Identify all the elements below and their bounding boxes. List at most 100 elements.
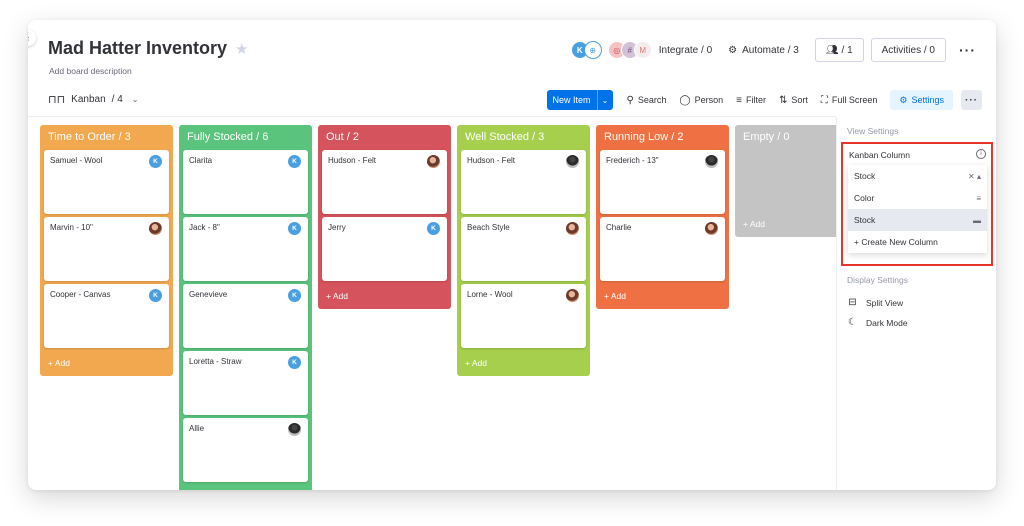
avatar[interactable]: K [427,222,440,235]
board-title[interactable]: Mad Hatter Inventory [48,38,227,59]
column-title[interactable]: Time to Order / 3 [44,125,169,150]
settings-button[interactable]: ⚙ Settings [890,90,953,110]
kanban-card[interactable]: Hudson - Felt [461,150,586,214]
split-view-icon: ⊟ [848,297,857,308]
sort-icon: ⇅ [778,94,788,106]
avatar[interactable]: K [288,289,301,302]
members-button[interactable]: 👥︎ / 1 [814,38,864,62]
view-switcher[interactable]: ⊓⊓ Kanban / 4 ⌄ [48,93,138,106]
add-item-button[interactable]: + Add [739,212,835,237]
split-view-toggle[interactable]: ⊟ Split View [847,297,903,308]
board-members[interactable]: K ⊕ [571,41,602,59]
avatar[interactable] [288,423,301,436]
avatar[interactable] [566,222,579,235]
sort-label: Sort [791,95,808,105]
card-name: Genevieve [189,290,228,299]
new-item-button[interactable]: New Item ⌄ [546,90,613,110]
filter-button[interactable]: ≡ Filter [736,95,766,106]
view-count: / 4 [111,94,123,105]
avatar[interactable]: K [149,289,162,302]
column-title[interactable]: Out / 2 [322,125,447,150]
display-settings-heading: Display Settings [847,275,908,285]
integrate-label: Integrate / 0 [658,44,713,56]
card-name: Lorne - Wool [467,290,513,299]
create-new-label: + Create New Column [854,237,938,247]
dark-mode-label: Dark Mode [866,317,908,328]
avatar[interactable]: K [288,222,301,235]
add-item-button[interactable]: + Add [183,485,308,490]
avatar[interactable] [427,155,440,168]
more-options-button[interactable]: ··· [961,90,982,110]
avatar[interactable] [705,155,718,168]
kanban-card[interactable]: Allie [183,418,308,482]
activities-button[interactable]: Activities / 0 [870,38,946,62]
info-icon[interactable]: i [976,149,986,159]
kanban-card[interactable]: Samuel - Wool K [44,150,169,214]
dark-mode-toggle[interactable]: ☾ Dark Mode [847,317,908,328]
sidebar-collapse-button[interactable]: ‹ [28,30,36,46]
add-item-button[interactable]: + Add [322,284,447,309]
automate-button[interactable]: ⚙ Automate / 3 [728,45,799,56]
integrate-button[interactable]: Integrate / 0 [659,45,712,56]
card-name: Jerry [328,223,346,232]
kanban-card[interactable]: Loretta - Straw K [183,351,308,415]
column-title[interactable]: Well Stocked / 3 [461,125,586,150]
favorite-star-icon[interactable]: ★ [235,40,248,58]
kanban-icon: ⊓⊓ [48,94,66,106]
kanban-column-setting: Kanban Column i Stock ✕ ▴ Color ≡ Stock … [841,142,993,266]
dropdown-option-stock[interactable]: Stock ▬ [848,209,987,231]
avatar[interactable] [566,289,579,302]
chevron-down-icon: ⌄ [131,95,139,104]
search-button[interactable]: ⚲ Search [627,95,667,106]
kanban-card[interactable]: Lorne - Wool [461,284,586,348]
kanban-card[interactable]: Jerry K [322,217,447,281]
add-item-button[interactable]: + Add [461,351,586,376]
person-filter-button[interactable]: ◯ Person [679,95,723,106]
add-item-button[interactable]: + Add [600,284,725,309]
dropdown-selected-value[interactable]: Stock ✕ ▴ [848,165,987,187]
board-window: ‹ Mad Hatter Inventory ★ Add board descr… [28,20,996,490]
avatar[interactable]: K [149,155,162,168]
kanban-card[interactable]: Marvin - 10" [44,217,169,281]
column-title[interactable]: Running Low / 2 [600,125,725,150]
more-options-icon[interactable]: ··· [959,42,976,58]
create-new-column-option[interactable]: + Create New Column [848,231,987,253]
avatar[interactable] [705,222,718,235]
board-description[interactable]: Add board description [49,66,132,76]
kanban-column-dropdown[interactable]: Stock ✕ ▴ Color ≡ Stock ▬ + Create New C… [848,165,987,253]
kanban-column: Fully Stocked / 6 Clarita K Jack - 8" K Genev… [179,125,312,490]
card-name: Jack - 8" [189,223,220,232]
moon-icon: ☾ [848,317,857,328]
avatar[interactable]: K [288,155,301,168]
avatar[interactable]: K [288,356,301,369]
kanban-card[interactable]: Frederich - 13" [600,150,725,214]
kanban-card[interactable]: Cooper - Canvas K [44,284,169,348]
kanban-card[interactable]: Hudson - Felt [322,150,447,214]
kanban-column: Out / 2 Hudson - Felt Jerry K + Add [318,125,451,309]
dropdown-option-color[interactable]: Color ≡ [848,187,987,209]
column-title[interactable]: Fully Stocked / 6 [183,125,308,150]
card-name: Clarita [189,156,213,165]
kanban-card[interactable]: Beach Style [461,217,586,281]
card-name: Allie [189,424,205,433]
full-screen-label: Full Screen [831,95,878,105]
header-divider [28,116,836,117]
kanban-card[interactable]: Genevieve K [183,284,308,348]
avatar[interactable] [149,222,162,235]
split-view-label: Split View [866,297,904,308]
full-screen-button[interactable]: ⛶ Full Screen [821,95,878,106]
clear-and-collapse-icons[interactable]: ✕ ▴ [968,172,981,181]
kanban-card[interactable]: Clarita K [183,150,308,214]
integration-icons[interactable]: ◎ # M [608,42,651,58]
avatar[interactable] [566,155,579,168]
kanban-card[interactable]: Jack - 8" K [183,217,308,281]
column-title[interactable]: Empty / 0 [739,125,835,150]
column-type-icon: ▬ [973,215,981,225]
kanban-card[interactable]: Charlie [600,217,725,281]
filter-icon: ≡ [736,94,742,106]
board-toolbar: New Item ⌄ ⚲ Search ◯ Person ≡ Filter ⇅ … [546,89,982,111]
invite-member-icon[interactable]: ⊕ [583,41,602,59]
chevron-down-icon[interactable]: ⌄ [596,90,613,110]
add-item-button[interactable]: + Add [44,351,169,376]
sort-button[interactable]: ⇅ Sort [779,95,808,106]
